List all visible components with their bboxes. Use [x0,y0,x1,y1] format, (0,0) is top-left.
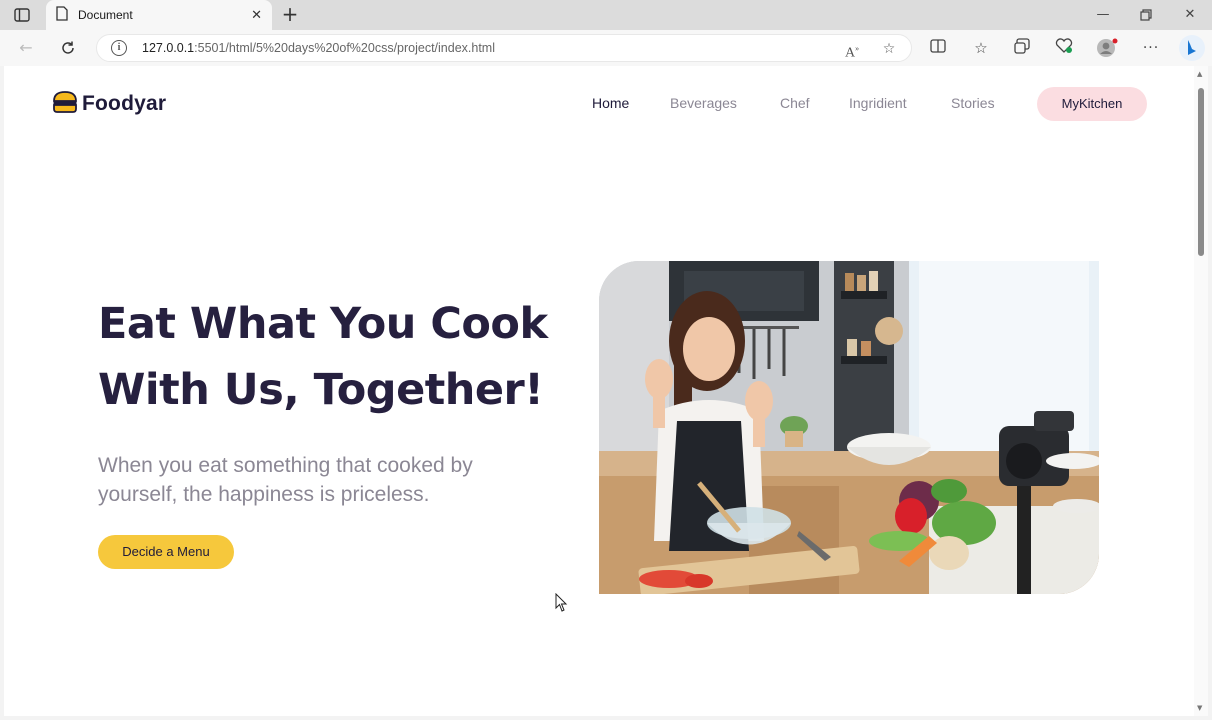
nav-link-beverages[interactable]: Beverages [670,95,737,111]
decide-menu-button[interactable]: Decide a Menu [98,535,234,569]
star-icon[interactable]: ☆ [879,39,899,59]
bing-icon[interactable] [1178,34,1205,61]
split-screen-icon[interactable] [927,38,949,58]
scroll-thumb[interactable] [1198,88,1204,256]
page-scrollbar[interactable]: ▲ ▼ [1194,66,1208,716]
browser-tab[interactable]: Document ✕ [46,0,272,30]
browser-toolbar: ← i 127.0.0.1:5501/html/5%20days%20of%20… [0,30,1212,66]
hero-title-line-1: Eat What You Cook [98,299,548,349]
scroll-down-icon[interactable]: ▼ [1197,704,1202,712]
plus-icon[interactable]: + [279,3,301,27]
browser-tab-bar: Document ✕ + — ✕ [0,0,1212,30]
more-icon[interactable]: ··· [1140,38,1162,58]
tab-title: Document [78,8,133,22]
hero-title-line-2: With Us, Together! [98,365,544,415]
restore-icon[interactable] [1131,4,1161,26]
nav-link-ingridient[interactable]: Ingridient [849,95,907,111]
mykitchen-button[interactable]: MyKitchen [1037,87,1147,121]
logo[interactable]: Foodyar [52,91,166,117]
sidebar-icon[interactable] [8,6,36,24]
nav-link-stories[interactable]: Stories [951,95,995,111]
mouse-cursor-icon [555,592,569,617]
burger-icon [52,91,78,117]
back-icon[interactable]: ← [14,36,38,60]
info-icon[interactable]: i [111,40,127,56]
health-icon[interactable] [1053,38,1075,58]
page-viewport: Foodyar Home Beverages Chef Ingridient S… [4,66,1194,716]
hero-title: Eat What You Cook With Us, Together! [98,291,568,423]
refresh-icon[interactable] [56,36,80,60]
logo-text: Foodyar [82,92,167,115]
minimize-icon[interactable]: — [1088,4,1118,26]
url-text[interactable]: 127.0.0.1:5501/html/5%20days%20of%20css/… [142,41,495,55]
collections-icon[interactable] [1011,38,1033,58]
favorites-icon[interactable]: ☆ [970,38,992,58]
read-aloud-icon[interactable]: A» [842,39,862,61]
profile-icon[interactable] [1096,38,1118,58]
close-icon[interactable]: ✕ [251,8,262,23]
hero-subtitle: When you eat something that cooked by yo… [98,454,473,506]
nav-link-home[interactable]: Home [592,95,629,111]
nav-link-chef[interactable]: Chef [780,95,810,111]
scroll-up-icon[interactable]: ▲ [1197,70,1202,78]
page-icon [56,5,68,25]
hero-image [599,261,1099,594]
window-close-icon[interactable]: ✕ [1175,4,1205,26]
address-bar[interactable]: i 127.0.0.1:5501/html/5%20days%20of%20cs… [96,34,912,62]
